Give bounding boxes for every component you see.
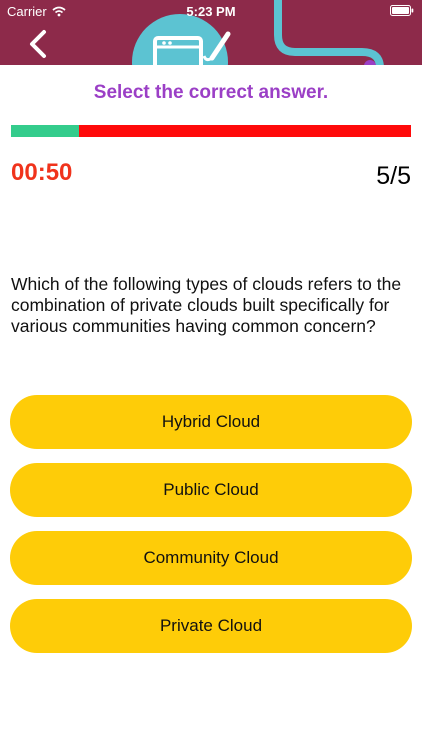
status-bar: Carrier 5:23 PM bbox=[0, 0, 422, 22]
instruction-text: Select the correct answer. bbox=[93, 82, 329, 103]
progress-bar bbox=[11, 125, 411, 137]
question-counter: 5/5 bbox=[376, 162, 411, 190]
answer-button-hybrid-cloud[interactable]: Hybrid Cloud bbox=[10, 395, 412, 449]
answer-list: Hybrid Cloud Public Cloud Community Clou… bbox=[10, 395, 412, 667]
answer-button-community-cloud[interactable]: Community Cloud bbox=[10, 531, 412, 585]
answer-button-private-cloud[interactable]: Private Cloud bbox=[10, 599, 412, 653]
question-text: Which of the following types of clouds r… bbox=[11, 274, 402, 336]
header-bar: Carrier 5:23 PM bbox=[0, 0, 422, 65]
status-time: 5:23 PM bbox=[186, 4, 236, 19]
back-button[interactable] bbox=[22, 26, 58, 62]
progress-fill bbox=[11, 125, 79, 137]
answer-button-public-cloud[interactable]: Public Cloud bbox=[10, 463, 412, 517]
battery-icon bbox=[390, 5, 414, 16]
timer: 00:50 bbox=[11, 159, 73, 186]
chevron-left-icon bbox=[30, 30, 46, 58]
